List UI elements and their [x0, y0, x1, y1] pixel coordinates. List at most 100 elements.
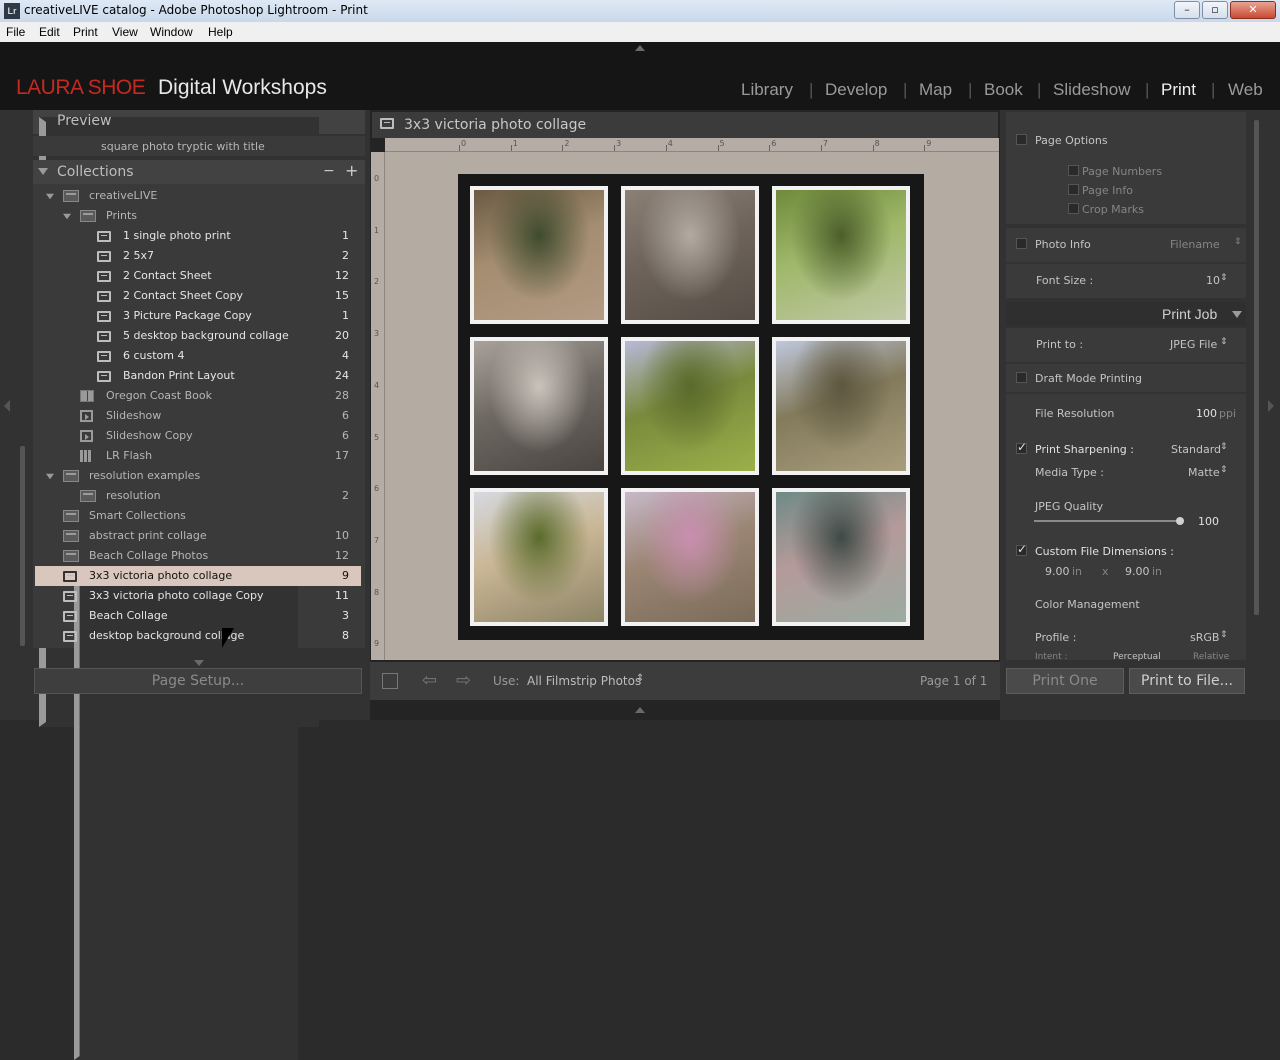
collection-row[interactable]: 2 5x7 2	[35, 246, 361, 266]
bottom-panel-toggle-icon[interactable]	[635, 707, 645, 713]
photo-cell-garden-arbor[interactable]	[470, 186, 608, 324]
intent-relative[interactable]: Relative	[1193, 652, 1229, 662]
photo-cell-castle-hatley[interactable]	[621, 337, 759, 475]
expanded-disclosure-icon[interactable]	[46, 473, 54, 480]
menu-view[interactable]: View	[112, 25, 138, 39]
photo-info-dropdown-icon[interactable]: ⇕	[1234, 237, 1242, 247]
file-resolution-value[interactable]: 100	[1196, 407, 1217, 420]
module-print[interactable]: Print	[1161, 80, 1196, 100]
right-panel-scrollbar[interactable]	[1254, 120, 1259, 615]
print-to-file-button[interactable]: Print to File...	[1129, 668, 1245, 694]
remove-collection-icon[interactable]: −	[323, 163, 335, 179]
print-to-dropdown-icon[interactable]: ⇕	[1220, 337, 1228, 347]
use-dropdown-icon[interactable]: ⇕	[636, 673, 644, 684]
module-slideshow[interactable]: Slideshow	[1053, 80, 1131, 100]
custom-dimensions-checkbox[interactable]	[1016, 542, 1027, 556]
photo-cell-statue-closeup[interactable]	[470, 337, 608, 475]
photo-info-select[interactable]: Filename	[1170, 238, 1220, 251]
collection-row[interactable]: 3x3 victoria photo collage 9	[35, 566, 361, 586]
collection-row[interactable]: 3 Picture Package Copy 1	[35, 306, 361, 326]
collection-row[interactable]: Smart Collections	[35, 506, 361, 1060]
page-setup-button[interactable]: Page Setup...	[34, 668, 362, 694]
print-sharpening-dropdown-icon[interactable]: ⇕	[1220, 442, 1228, 452]
collection-row[interactable]: 3x3 victoria photo collage Copy 11	[35, 586, 361, 606]
draft-mode-checkbox[interactable]	[1016, 372, 1027, 383]
expanded-disclosure-icon[interactable]	[63, 213, 71, 220]
custom-width-value[interactable]: 9.00	[1045, 565, 1070, 578]
collection-row[interactable]: Beach Collage 3	[35, 606, 361, 626]
media-type-dropdown-icon[interactable]: ⇕	[1220, 465, 1228, 475]
preview-panel-header[interactable]: Preview	[33, 110, 365, 727]
collection-row[interactable]: Slideshow 6	[35, 406, 361, 426]
expanded-disclosure-icon[interactable]	[1232, 311, 1242, 318]
collection-row[interactable]: 2 Contact Sheet Copy 15	[35, 286, 361, 306]
menu-edit[interactable]: Edit	[39, 25, 60, 39]
photo-cell-castle-garden-path[interactable]	[621, 488, 759, 626]
module-book[interactable]: Book	[984, 80, 1023, 100]
print-one-button[interactable]: Print One	[1006, 668, 1124, 694]
print-job-header[interactable]: Print Job	[1006, 302, 1246, 326]
collection-row[interactable]: 2 Contact Sheet 12	[35, 266, 361, 286]
top-panel-toggle-icon[interactable]	[635, 45, 645, 51]
collection-row[interactable]: desktop background collage 8	[35, 626, 361, 646]
collection-row[interactable]: creativeLIVE	[35, 186, 361, 206]
photo-cell-garden-sundial[interactable]	[772, 186, 910, 324]
collection-row[interactable]: LR Flash 17	[35, 446, 361, 466]
expanded-disclosure-icon[interactable]	[46, 193, 54, 200]
expanded-disclosure-icon[interactable]	[38, 168, 48, 175]
collection-row[interactable]: Oregon Coast Book 28	[35, 386, 361, 406]
menu-print[interactable]: Print	[73, 25, 98, 39]
page-info-checkbox[interactable]	[1068, 184, 1079, 195]
collections-panel-header[interactable]: Collections − +	[33, 160, 365, 184]
collection-row[interactable]: Beach Collage Photos 12	[35, 546, 361, 566]
photo-cell-water-reflection[interactable]	[772, 488, 910, 626]
template-item[interactable]: square photo tryptic with title	[101, 140, 265, 153]
collection-row[interactable]: 1 single photo print 1	[35, 226, 361, 246]
collection-row[interactable]: resolution examples	[35, 466, 361, 486]
profile-select[interactable]: sRGB	[1190, 631, 1219, 644]
photo-info-checkbox[interactable]	[1016, 238, 1027, 249]
maximize-button[interactable]: ▫	[1202, 1, 1228, 19]
page-numbers-checkbox[interactable]	[1068, 165, 1079, 176]
menu-file[interactable]: File	[6, 25, 25, 39]
module-library[interactable]: Library	[741, 80, 793, 100]
print-sharpening-checkbox[interactable]	[1016, 440, 1027, 454]
menu-window[interactable]: Window	[150, 25, 193, 39]
close-button[interactable]: ✕	[1230, 1, 1276, 19]
show-page-icon[interactable]	[382, 673, 398, 689]
module-web[interactable]: Web	[1228, 80, 1263, 100]
right-panel-toggle-icon[interactable]	[1268, 400, 1274, 412]
font-size-dropdown-icon[interactable]: ⇕	[1220, 273, 1228, 283]
photo-cell-castle-tower-flag[interactable]	[772, 337, 910, 475]
photo-cell-statue-face[interactable]	[621, 186, 759, 324]
collection-row[interactable]: Bandon Print Layout 24	[35, 366, 361, 386]
module-map[interactable]: Map	[919, 80, 952, 100]
intent-perceptual[interactable]: Perceptual	[1113, 652, 1161, 662]
collection-row[interactable]: Slideshow Copy 6	[35, 426, 361, 446]
jpeg-quality-value[interactable]: 100	[1198, 515, 1219, 528]
collection-row[interactable]: abstract print collage 10	[35, 526, 361, 546]
collection-row[interactable]: Prints	[35, 206, 361, 226]
crop-marks-checkbox[interactable]	[1068, 203, 1079, 214]
previous-page-icon[interactable]: ⇦	[422, 670, 437, 691]
font-size-select[interactable]: 10	[1206, 274, 1220, 287]
photo-cell-mansion-path[interactable]	[470, 488, 608, 626]
module-develop[interactable]: Develop	[825, 80, 887, 100]
jpeg-quality-slider-track[interactable]	[1034, 520, 1182, 522]
next-page-icon[interactable]: ⇨	[456, 670, 471, 691]
collection-row[interactable]: 6 custom 4 4	[35, 346, 361, 366]
left-panel-toggle-icon[interactable]	[4, 400, 10, 412]
collection-row[interactable]: resolution 2	[35, 486, 361, 506]
custom-height-value[interactable]: 9.00	[1125, 565, 1150, 578]
print-to-select[interactable]: JPEG File	[1170, 338, 1217, 351]
menu-help[interactable]: Help	[208, 25, 233, 39]
print-sharpening-select[interactable]: Standard	[1171, 443, 1221, 456]
use-select[interactable]: All Filmstrip Photos	[527, 674, 641, 688]
profile-dropdown-icon[interactable]: ⇕	[1220, 630, 1228, 640]
left-panel-scrollbar[interactable]	[20, 446, 25, 646]
jpeg-quality-slider-thumb[interactable]	[1176, 517, 1184, 525]
collection-row[interactable]: 5 desktop background collage 20	[35, 326, 361, 346]
media-type-select[interactable]: Matte	[1188, 466, 1220, 479]
page-options-checkbox[interactable]	[1016, 134, 1027, 145]
minimize-button[interactable]: –	[1174, 1, 1200, 19]
